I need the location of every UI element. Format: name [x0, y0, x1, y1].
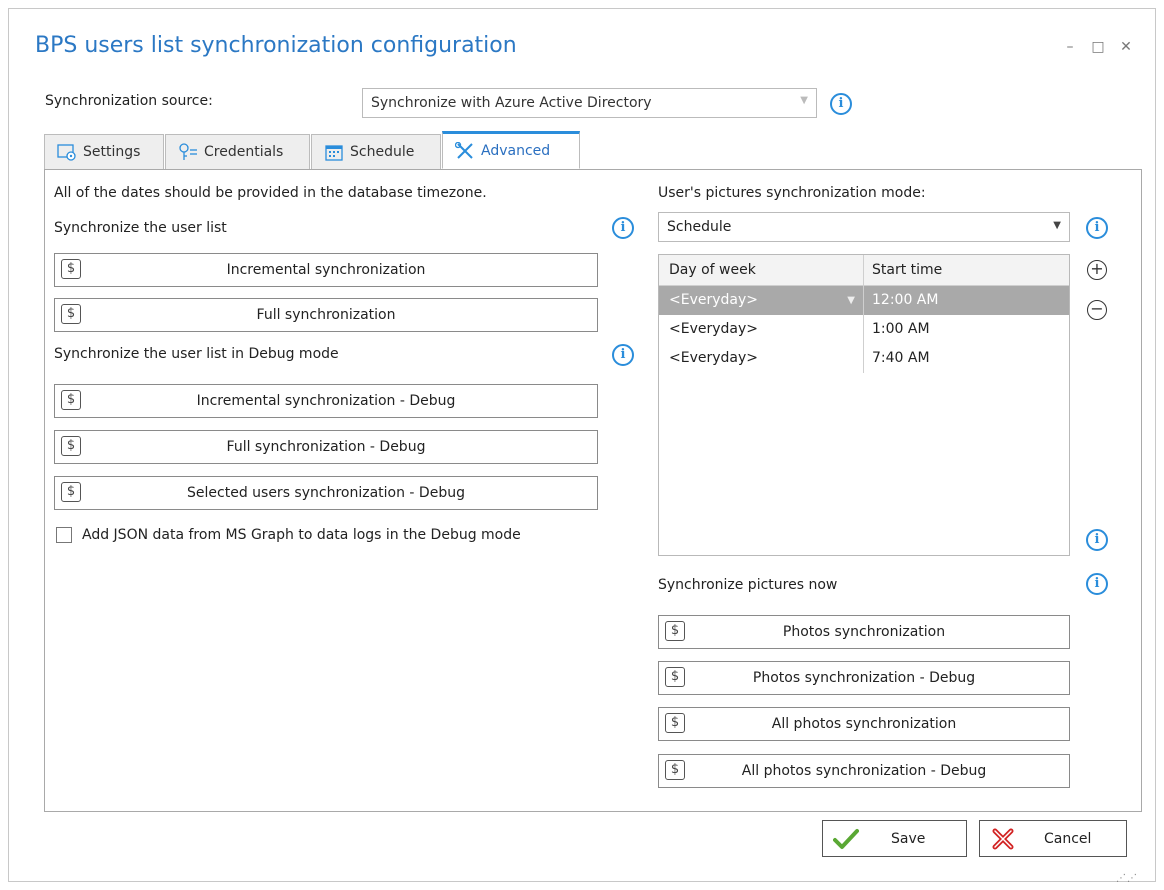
dialog-title: BPS users list synchronization configura…: [35, 33, 517, 58]
tab-credentials[interactable]: Credentials: [165, 134, 310, 169]
button-label: Photos synchronization - Debug: [752, 670, 976, 686]
window-controls: – □ ✕: [1063, 39, 1133, 55]
remove-row-icon[interactable]: −: [1087, 300, 1107, 320]
full-sync-button[interactable]: $ Full synchronization: [54, 298, 598, 332]
maximize-button[interactable]: □: [1091, 39, 1105, 55]
sync-icon: $: [61, 304, 81, 324]
button-label: Incremental synchronization: [226, 262, 426, 278]
button-label: Selected users synchronization - Debug: [187, 485, 465, 501]
info-icon[interactable]: i: [1086, 217, 1108, 239]
info-icon[interactable]: i: [612, 344, 634, 366]
save-label: Save: [891, 830, 926, 847]
add-row-icon[interactable]: +: [1087, 260, 1107, 280]
tab-advanced[interactable]: Advanced: [442, 131, 580, 169]
info-icon[interactable]: i: [830, 93, 852, 115]
info-icon[interactable]: i: [1086, 573, 1108, 595]
tab-label: Advanced: [481, 143, 551, 159]
json-data-checkbox[interactable]: [56, 527, 72, 543]
chevron-down-icon: ▼: [1053, 220, 1061, 231]
cancel-button[interactable]: Cancel: [979, 820, 1127, 857]
sync-icon: $: [61, 259, 81, 279]
button-label: Photos synchronization: [782, 624, 946, 640]
calendar-icon: [325, 145, 343, 161]
button-label: Full synchronization: [256, 307, 396, 323]
pictures-mode-value: Schedule: [667, 219, 732, 235]
sync-source-label: Synchronization source:: [45, 93, 213, 109]
pictures-mode-select[interactable]: Schedule ▼: [658, 212, 1070, 242]
checkmark-icon: [831, 824, 861, 854]
cell-day-value: <Everyday>: [669, 292, 758, 308]
resize-grip-icon[interactable]: ⋰⋰: [1116, 874, 1138, 884]
grid-header: Day of week Start time: [659, 255, 1069, 286]
settings-icon: [57, 144, 76, 161]
tools-icon: [455, 142, 473, 159]
column-header-time[interactable]: Start time: [863, 255, 1069, 285]
sync-icon: $: [61, 436, 81, 456]
chevron-down-icon[interactable]: ▼: [847, 286, 855, 315]
selected-users-sync-debug-button[interactable]: $ Selected users synchronization - Debug: [54, 476, 598, 510]
tab-label: Schedule: [350, 144, 415, 160]
tab-label: Credentials: [204, 144, 284, 160]
photos-sync-button[interactable]: $ Photos synchronization: [658, 615, 1070, 649]
cell-day[interactable]: <Everyday>: [659, 315, 863, 344]
sync-user-list-label: Synchronize the user list: [54, 220, 227, 236]
sync-source-select[interactable]: Synchronize with Azure Active Directory …: [362, 88, 817, 118]
table-row[interactable]: <Everyday> ▼ 12:00 AM: [659, 286, 1069, 315]
table-row[interactable]: <Everyday> 7:40 AM: [659, 344, 1069, 373]
key-icon: [179, 143, 197, 160]
column-header-day[interactable]: Day of week: [659, 255, 863, 285]
tab-settings[interactable]: Settings: [44, 134, 164, 169]
info-icon[interactable]: i: [1086, 529, 1108, 551]
incremental-sync-debug-button[interactable]: $ Incremental synchronization - Debug: [54, 384, 598, 418]
timezone-note: All of the dates should be provided in t…: [54, 185, 487, 201]
button-label: Full synchronization - Debug: [226, 439, 426, 455]
cell-time[interactable]: 1:00 AM: [863, 315, 1069, 344]
cell-time[interactable]: 7:40 AM: [863, 344, 1069, 373]
sync-icon: $: [665, 713, 685, 733]
button-label: Incremental synchronization - Debug: [196, 393, 456, 409]
incremental-sync-button[interactable]: $ Incremental synchronization: [54, 253, 598, 287]
save-button[interactable]: Save: [822, 820, 967, 857]
sync-icon: $: [665, 667, 685, 687]
all-photos-sync-debug-button[interactable]: $ All photos synchronization - Debug: [658, 754, 1070, 788]
tab-label: Settings: [83, 144, 141, 160]
button-label: All photos synchronization - Debug: [741, 763, 987, 779]
cell-day[interactable]: <Everyday>: [659, 344, 863, 373]
table-row[interactable]: <Everyday> 1:00 AM: [659, 315, 1069, 344]
sync-source-value: Synchronize with Azure Active Directory: [371, 95, 652, 111]
cancel-icon: [988, 824, 1018, 854]
chevron-down-icon: ▼: [800, 95, 808, 106]
pictures-mode-label: User's pictures synchronization mode:: [658, 185, 926, 201]
pictures-now-label: Synchronize pictures now: [658, 577, 838, 593]
json-data-checkbox-label: Add JSON data from MS Graph to data logs…: [82, 527, 521, 543]
photos-sync-debug-button[interactable]: $ Photos synchronization - Debug: [658, 661, 1070, 695]
cell-time[interactable]: 12:00 AM: [863, 286, 1069, 315]
sync-icon: $: [61, 482, 81, 502]
tab-bar: Settings Credentials Schedule Advanced: [44, 131, 581, 169]
cell-day[interactable]: <Everyday> ▼: [659, 286, 863, 315]
all-photos-sync-button[interactable]: $ All photos synchronization: [658, 707, 1070, 741]
schedule-grid[interactable]: Day of week Start time <Everyday> ▼ 12:0…: [658, 254, 1070, 556]
sync-icon: $: [665, 760, 685, 780]
sync-icon: $: [61, 390, 81, 410]
button-label: All photos synchronization: [771, 716, 957, 732]
cancel-label: Cancel: [1044, 830, 1092, 847]
debug-section-label: Synchronize the user list in Debug mode: [54, 346, 339, 362]
full-sync-debug-button[interactable]: $ Full synchronization - Debug: [54, 430, 598, 464]
minimize-button[interactable]: –: [1063, 39, 1077, 55]
sync-icon: $: [665, 621, 685, 641]
tab-schedule[interactable]: Schedule: [311, 134, 441, 169]
info-icon[interactable]: i: [612, 217, 634, 239]
close-button[interactable]: ✕: [1119, 39, 1133, 55]
